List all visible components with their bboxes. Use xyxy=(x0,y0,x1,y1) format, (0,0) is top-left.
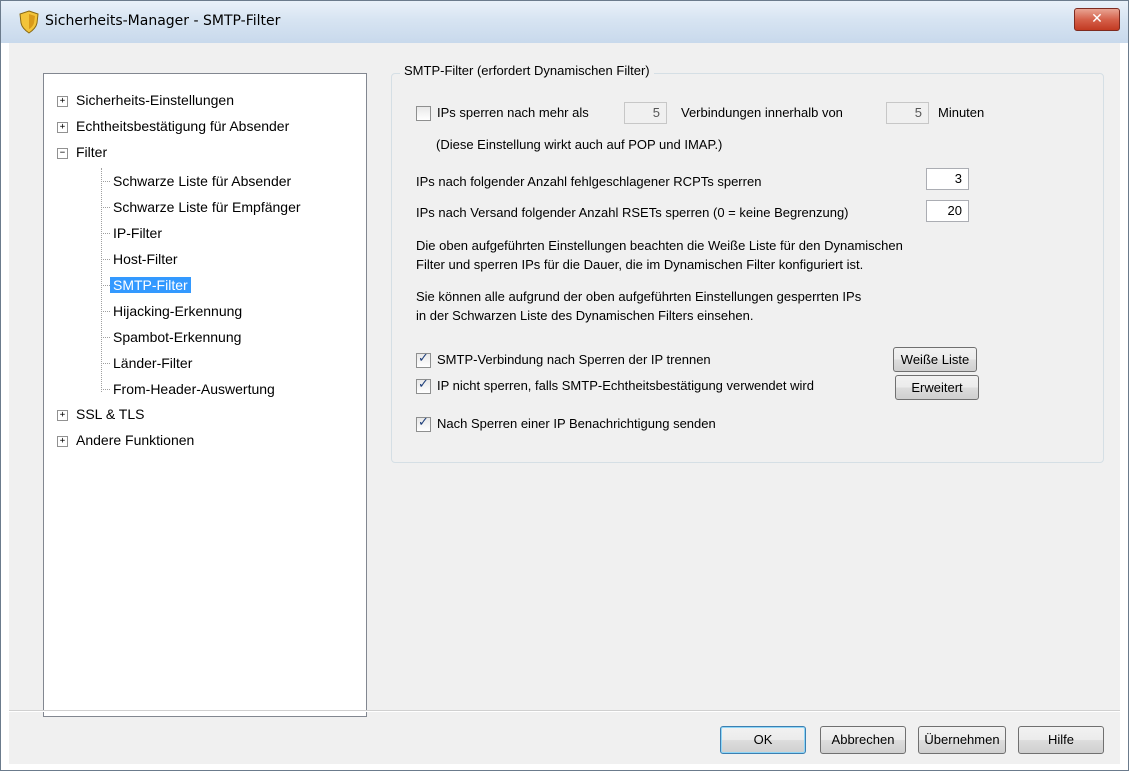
tree-item-label: Echtheitsbestätigung für Absender xyxy=(76,118,290,134)
connections-within-label: Verbindungen innerhalb von xyxy=(681,105,843,120)
skip-authenticated-checkbox[interactable] xyxy=(416,377,431,394)
expand-icon[interactable]: + xyxy=(57,96,68,107)
title-bar: Sicherheits-Manager - SMTP-Filter ✕ xyxy=(1,1,1128,43)
tree-item-ip-filter[interactable]: IP-Filter xyxy=(113,222,162,244)
footer-separator xyxy=(9,710,1120,712)
notify-label: Nach Sperren einer IP Benachrichtigung s… xyxy=(437,416,716,431)
tree-item-label: Filter xyxy=(76,144,108,160)
info-text-line-1: Die oben aufgeführten Einstellungen beac… xyxy=(416,238,903,253)
tree-item-label: SSL & TLS xyxy=(76,406,145,422)
rset-label: IPs nach Versand folgender Anzahl RSETs … xyxy=(416,205,849,220)
pop-imap-note: (Diese Einstellung wirkt auch auf POP un… xyxy=(436,137,723,152)
tree-item-host-filter[interactable]: Host-Filter xyxy=(113,248,178,270)
security-manager-window: Sicherheits-Manager - SMTP-Filter ✕ + Si… xyxy=(0,0,1129,771)
skip-authenticated-label: IP nicht sperren, falls SMTP-Echtheitsbe… xyxy=(437,378,814,393)
apply-button[interactable]: Übernehmen xyxy=(918,726,1006,754)
rset-input[interactable]: 20 xyxy=(926,200,969,222)
tree-item-recipient-blacklist[interactable]: Schwarze Liste für Empfänger xyxy=(113,196,301,218)
tree-item-label: Sicherheits-Einstellungen xyxy=(76,92,234,108)
block-ips-checkbox[interactable] xyxy=(416,106,431,121)
tree-item-smtp-filter[interactable]: SMTP-Filter xyxy=(110,274,191,296)
info-text-line-2: Filter und sperren IPs für die Dauer, di… xyxy=(416,257,864,272)
advanced-button[interactable]: Erweitert xyxy=(895,375,979,400)
tree-item-sender-blacklist[interactable]: Schwarze Liste für Absender xyxy=(113,170,291,192)
tree-item-spambot-detection[interactable]: Spambot-Erkennung xyxy=(113,326,241,348)
expand-icon[interactable]: + xyxy=(57,122,68,133)
minutes-input[interactable]: 5 xyxy=(886,102,929,124)
ok-button[interactable]: OK xyxy=(720,726,806,754)
whitelist-button[interactable]: Weiße Liste xyxy=(893,347,977,372)
minutes-label: Minuten xyxy=(938,105,985,120)
help-button[interactable]: Hilfe xyxy=(1018,726,1104,754)
tree-item-hijacking-detection[interactable]: Hijacking-Erkennung xyxy=(113,300,242,322)
failed-rcpt-label: IPs nach folgender Anzahl fehlgeschlagen… xyxy=(416,174,762,189)
collapse-icon[interactable]: − xyxy=(57,148,68,159)
dialog-client: + Sicherheits-Einstellungen + Echtheitsb… xyxy=(9,43,1120,764)
notify-checkbox[interactable] xyxy=(416,415,431,432)
expand-icon[interactable]: + xyxy=(57,436,68,447)
close-button[interactable]: ✕ xyxy=(1074,8,1120,31)
block-ips-label: IPs sperren nach mehr als xyxy=(437,105,589,120)
tree-item-label: Host-Filter xyxy=(113,251,178,267)
tree-item-label: Spambot-Erkennung xyxy=(113,329,242,345)
shield-icon xyxy=(19,10,39,34)
tree-item-label: IP-Filter xyxy=(113,225,162,241)
info-text-line-3: Sie können alle aufgrund der oben aufgef… xyxy=(416,289,862,304)
navigation-tree[interactable]: + Sicherheits-Einstellungen + Echtheitsb… xyxy=(43,73,367,717)
window-title: Sicherheits-Manager - SMTP-Filter xyxy=(45,13,281,29)
cancel-button[interactable]: Abbrechen xyxy=(820,726,906,754)
tree-item-label: Schwarze Liste für Absender xyxy=(113,173,292,189)
groupbox-title: SMTP-Filter (erfordert Dynamischen Filte… xyxy=(400,63,654,78)
connections-count-input[interactable]: 5 xyxy=(624,102,667,124)
tree-item-label: Schwarze Liste für Empfänger xyxy=(113,199,301,215)
tree-item-label: Länder-Filter xyxy=(113,355,193,371)
tree-item-label: Hijacking-Erkennung xyxy=(113,303,243,319)
failed-rcpt-input[interactable]: 3 xyxy=(926,168,969,190)
expand-icon[interactable]: + xyxy=(57,410,68,421)
tree-item-label: From-Header-Auswertung xyxy=(113,381,275,397)
tree-item-from-header[interactable]: From-Header-Auswertung xyxy=(113,378,275,400)
disconnect-checkbox[interactable] xyxy=(416,351,431,368)
disconnect-label: SMTP-Verbindung nach Sperren der IP tren… xyxy=(437,352,711,367)
tree-item-country-filter[interactable]: Länder-Filter xyxy=(113,352,192,374)
info-text-line-4: in der Schwarzen Liste des Dynamischen F… xyxy=(416,308,754,323)
tree-item-label: Andere Funktionen xyxy=(76,432,195,448)
tree-item-label: SMTP-Filter xyxy=(110,277,191,293)
